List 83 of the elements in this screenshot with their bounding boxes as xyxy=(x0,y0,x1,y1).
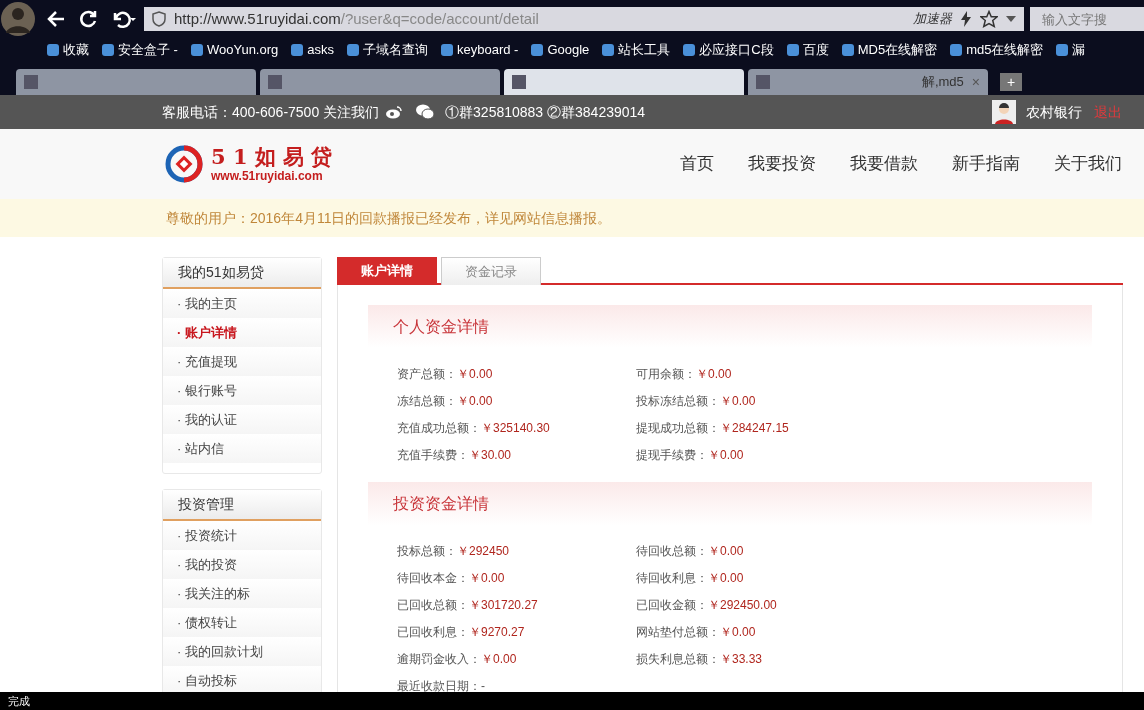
field-value: ￥0.00 xyxy=(708,571,744,585)
bookmark-link[interactable]: 收藏 xyxy=(46,40,89,60)
new-tab-button[interactable]: + xyxy=(1000,73,1022,91)
field-label: 最近收款日期：- xyxy=(397,679,485,692)
field-value: ￥0.00 xyxy=(481,652,517,666)
bookmark-link[interactable]: 漏 xyxy=(1055,40,1086,60)
bookmark-link[interactable]: keyboard - xyxy=(440,40,519,60)
search-field[interactable]: 输入文字搜 xyxy=(1030,7,1144,31)
refresh-icon[interactable] xyxy=(78,9,98,29)
sidebar-heading: 我的51如易贷 xyxy=(163,258,321,289)
nav-link[interactable]: 我要投资 xyxy=(748,151,816,177)
bookmark-link[interactable]: asks xyxy=(290,40,334,60)
group-numbers: ①群325810883 ②群384239014 xyxy=(445,102,646,122)
field-label: 冻结总额： xyxy=(397,394,457,408)
account-tab[interactable]: 账户详情 xyxy=(337,257,437,285)
field-value: ￥0.00 xyxy=(457,367,493,381)
nav-link[interactable]: 新手指南 xyxy=(952,151,1020,177)
notice-text: 尊敬的用户：2016年4月11日的回款播报已经发布，详见网站信息播报。 xyxy=(166,208,612,228)
account-tab[interactable]: 资金记录 xyxy=(441,257,541,285)
field-value: ￥33.33 xyxy=(720,652,763,666)
field-label: 已回收金额： xyxy=(636,598,708,612)
bookmark-link[interactable]: WooYun.org xyxy=(189,40,279,60)
field-label: 已回收利息： xyxy=(397,625,469,639)
field-value: ￥30.00 xyxy=(469,448,512,462)
weibo-icon[interactable] xyxy=(385,105,404,119)
username: 农村银行 xyxy=(1026,102,1082,122)
field-label: 待回收利息： xyxy=(636,571,708,585)
field-label: 提现手续费： xyxy=(636,448,708,462)
logo-name: 5 1 如 易 贷 xyxy=(211,146,333,167)
field-label: 投标冻结总额： xyxy=(636,394,720,408)
field-label: 充值手续费： xyxy=(397,448,469,462)
field-value: ￥292450 xyxy=(457,544,510,558)
bookmark-link[interactable]: MD5在线解密 xyxy=(840,40,938,60)
field-value: ￥9270.27 xyxy=(469,625,525,639)
contact-text: 客服电话：400-606-7500 关注我们 xyxy=(162,102,380,122)
field-value: ￥0.00 xyxy=(469,571,505,585)
nav-link[interactable]: 关于我们 xyxy=(1054,151,1122,177)
field-label: 已回收总额： xyxy=(397,598,469,612)
field-label: 待回收总额： xyxy=(636,544,708,558)
shield-icon xyxy=(152,11,166,27)
field-label: 提现成功总额： xyxy=(636,421,720,435)
nav-link[interactable]: 首页 xyxy=(680,151,714,177)
field-value: ￥292450.00 xyxy=(708,598,777,612)
field-label: 待回收本金： xyxy=(397,571,469,585)
browser-tab[interactable] xyxy=(504,69,744,95)
status-text: 完成 xyxy=(8,693,30,709)
field-value: ￥0.00 xyxy=(457,394,493,408)
field-label: 资产总额： xyxy=(397,367,457,381)
field-value: ￥301720.27 xyxy=(469,598,538,612)
sidebar-heading: 投资管理 xyxy=(163,490,321,521)
browser-tab[interactable]: 解,md5 × xyxy=(748,69,988,95)
url-text: http://www.51ruyidai.com/?user&q=code/account/detail xyxy=(174,8,539,29)
logo-url: www.51ruyidai.com xyxy=(211,170,324,182)
accelerator-label[interactable]: 加速器 xyxy=(913,9,952,29)
bookmark-link[interactable]: md5在线解密 xyxy=(949,40,1044,60)
field-value: ￥0.00 xyxy=(708,544,744,558)
bookmark-link[interactable]: 安全盒子 - xyxy=(101,40,178,60)
address-bar[interactable]: http://www.51ruyidai.com/?user&q=code/account/detail 加速器 xyxy=(144,7,1024,31)
field-value: ￥0.00 xyxy=(708,448,744,462)
bookmark-link[interactable]: 必应接口C段 xyxy=(682,40,774,60)
field-label: 投标总额： xyxy=(397,544,457,558)
logo-icon[interactable] xyxy=(165,145,203,183)
wechat-icon[interactable] xyxy=(415,104,436,120)
field-value: ￥325140.30 xyxy=(481,421,550,435)
dropdown-icon[interactable] xyxy=(1006,16,1016,22)
user-avatar-icon[interactable] xyxy=(992,100,1016,124)
field-label: 网站垫付总额： xyxy=(636,625,720,639)
bookmark-link[interactable]: 站长工具 xyxy=(601,40,671,60)
bookmark-link[interactable]: 百度 xyxy=(785,40,829,60)
field-label: 逾期罚金收入： xyxy=(397,652,481,666)
nav-link[interactable]: 我要借款 xyxy=(850,151,918,177)
lightning-icon[interactable] xyxy=(960,11,972,27)
field-label: 充值成功总额： xyxy=(397,421,481,435)
bookmark-link[interactable]: Google xyxy=(530,40,590,60)
bookmark-link[interactable]: 子域名查询 xyxy=(346,40,428,60)
field-value: ￥0.00 xyxy=(720,394,756,408)
field-value: ￥0.00 xyxy=(696,367,732,381)
field-value: ￥0.00 xyxy=(720,625,756,639)
star-outline-icon[interactable] xyxy=(980,10,998,28)
field-label: 可用余额： xyxy=(636,367,696,381)
back-icon[interactable] xyxy=(46,9,66,29)
field-label: 损失利息总额： xyxy=(636,652,720,666)
field-value: ￥284247.15 xyxy=(720,421,789,435)
